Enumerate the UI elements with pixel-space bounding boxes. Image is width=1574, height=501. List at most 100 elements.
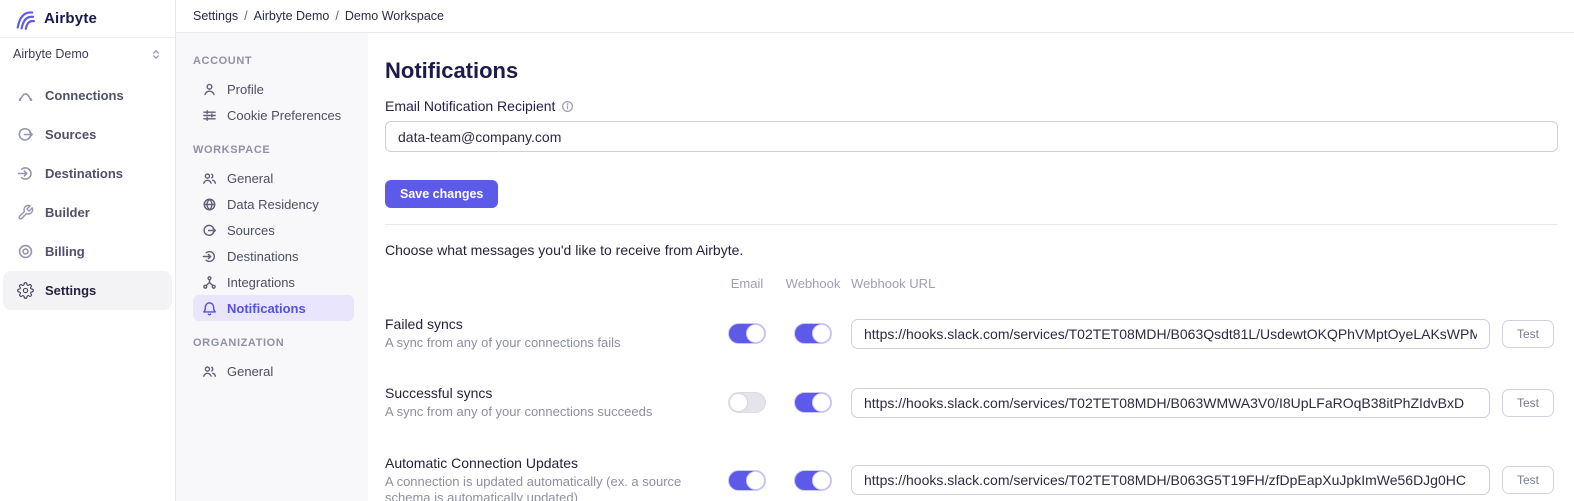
- user-icon: [202, 82, 217, 97]
- settings-section-organization: ORGANIZATION General: [193, 337, 354, 384]
- notifications-table: Email Webhook Webhook URL Failed syncs A…: [385, 276, 1558, 501]
- notifications-page: Notifications Email Notification Recipie…: [368, 33, 1574, 501]
- table-row-failed-syncs: Failed syncs A sync from any of your con…: [385, 299, 715, 368]
- sidebar-item-billing[interactable]: Billing: [3, 232, 172, 271]
- toggle-knob: [729, 393, 748, 412]
- users-icon: [202, 364, 217, 379]
- sidebar-item-sources[interactable]: Sources: [3, 115, 172, 154]
- sidebar-item-label: Sources: [45, 127, 96, 142]
- settings-nav: ACCOUNT Profile Cookie Preferences WORKS…: [176, 33, 368, 501]
- workspace-selector[interactable]: Airbyte Demo: [0, 38, 175, 70]
- settings-item-label: General: [227, 171, 273, 186]
- divider: [385, 224, 1558, 225]
- settings-item-notifications[interactable]: Notifications: [193, 295, 354, 321]
- row-subtitle: A sync from any of your connections succ…: [385, 404, 715, 420]
- settings-item-label: Data Residency: [227, 197, 319, 212]
- destination-icon: [202, 249, 217, 264]
- settings-item-label: Cookie Preferences: [227, 108, 341, 123]
- sidebar-item-label: Settings: [45, 283, 96, 298]
- breadcrumb-workspace[interactable]: Airbyte Demo: [254, 9, 330, 23]
- settings-item-cookie-preferences[interactable]: Cookie Preferences: [193, 102, 354, 128]
- connections-icon: [16, 87, 34, 104]
- info-icon[interactable]: [561, 100, 574, 113]
- successful-syncs-test-button[interactable]: Test: [1502, 389, 1554, 417]
- breadcrumb-separator: /: [244, 9, 247, 23]
- section-title: WORKSPACE: [193, 144, 354, 156]
- toggle-knob: [812, 471, 831, 490]
- settings-section-account: ACCOUNT Profile Cookie Preferences: [193, 55, 354, 128]
- settings-item-profile[interactable]: Profile: [193, 76, 354, 102]
- bell-icon: [202, 301, 217, 316]
- destination-icon: [16, 165, 34, 182]
- sidebar-item-destinations[interactable]: Destinations: [3, 154, 172, 193]
- coin-icon: [16, 243, 34, 260]
- page-title: Notifications: [385, 58, 1558, 84]
- column-header-email: Email: [715, 276, 779, 299]
- chevron-updown-icon: [150, 48, 162, 61]
- settings-item-label: Profile: [227, 82, 264, 97]
- settings-item-label: Integrations: [227, 275, 295, 290]
- brand-name: Airbyte: [44, 10, 97, 27]
- failed-syncs-webhook-toggle[interactable]: [794, 323, 832, 344]
- wrench-icon: [16, 204, 34, 221]
- row-title: Failed syncs: [385, 316, 715, 332]
- airbyte-logo[interactable]: Airbyte: [0, 0, 175, 38]
- settings-item-sources[interactable]: Sources: [193, 217, 354, 243]
- column-spacer: [1502, 284, 1558, 292]
- save-changes-button[interactable]: Save changes: [385, 180, 498, 208]
- failed-syncs-test-button[interactable]: Test: [1502, 320, 1554, 348]
- settings-item-general[interactable]: General: [193, 165, 354, 191]
- row-subtitle: A sync from any of your connections fail…: [385, 335, 715, 351]
- failed-syncs-email-toggle[interactable]: [728, 323, 766, 344]
- settings-item-data-residency[interactable]: Data Residency: [193, 191, 354, 217]
- email-recipient-label: Email Notification Recipient: [385, 98, 555, 114]
- integrations-icon: [202, 275, 217, 290]
- column-header-webhook: Webhook: [779, 276, 847, 299]
- settings-item-org-general[interactable]: General: [193, 358, 354, 384]
- row-subtitle: A connection is updated automatically (e…: [385, 474, 715, 501]
- table-row-successful-syncs: Successful syncs A sync from any of your…: [385, 368, 715, 437]
- row-title: Automatic Connection Updates: [385, 455, 715, 471]
- globe-icon: [202, 197, 217, 212]
- section-title: ORGANIZATION: [193, 337, 354, 349]
- app-window: Airbyte Airbyte Demo Connections Sources: [0, 0, 1574, 501]
- sidebar-item-builder[interactable]: Builder: [3, 193, 172, 232]
- breadcrumb-settings[interactable]: Settings: [193, 9, 238, 23]
- main-sidebar: Airbyte Airbyte Demo Connections Sources: [0, 0, 176, 501]
- settings-item-destinations[interactable]: Destinations: [193, 243, 354, 269]
- connection-updates-webhook-url-input[interactable]: [851, 465, 1490, 495]
- source-icon: [16, 126, 34, 143]
- sidebar-item-connections[interactable]: Connections: [3, 76, 172, 115]
- sidebar-item-label: Billing: [45, 244, 85, 259]
- email-recipient-input[interactable]: [385, 121, 1558, 152]
- table-row-automatic-connection-updates: Automatic Connection Updates A connectio…: [385, 438, 715, 501]
- breadcrumb-current[interactable]: Demo Workspace: [345, 9, 444, 23]
- breadcrumb-separator: /: [335, 9, 338, 23]
- breadcrumb: Settings / Airbyte Demo / Demo Workspace: [176, 0, 1574, 33]
- settings-item-label: Destinations: [227, 249, 299, 264]
- connection-updates-test-button[interactable]: Test: [1502, 466, 1554, 494]
- successful-syncs-webhook-toggle[interactable]: [794, 392, 832, 413]
- column-spacer: [385, 284, 715, 292]
- right-pane: Settings / Airbyte Demo / Demo Workspace…: [176, 0, 1574, 501]
- connection-updates-email-toggle[interactable]: [728, 470, 766, 491]
- toggle-knob: [746, 324, 765, 343]
- toggle-knob: [746, 471, 765, 490]
- main-nav: Connections Sources Destinations Builder: [0, 76, 175, 310]
- toggle-knob: [812, 393, 831, 412]
- sidebar-item-settings[interactable]: Settings: [3, 271, 172, 310]
- section-title: ACCOUNT: [193, 55, 354, 67]
- failed-syncs-webhook-url-input[interactable]: [851, 319, 1490, 349]
- connection-updates-webhook-toggle[interactable]: [794, 470, 832, 491]
- gear-icon: [16, 282, 34, 299]
- notifications-description: Choose what messages you'd like to recei…: [385, 242, 1558, 258]
- settings-item-label: Notifications: [227, 301, 306, 316]
- successful-syncs-webhook-url-input[interactable]: [851, 388, 1490, 418]
- workspace-selector-label: Airbyte Demo: [13, 47, 89, 61]
- airbyte-logo-icon: [13, 7, 37, 31]
- users-icon: [202, 171, 217, 186]
- settings-item-integrations[interactable]: Integrations: [193, 269, 354, 295]
- successful-syncs-email-toggle[interactable]: [728, 392, 766, 413]
- source-icon: [202, 223, 217, 238]
- row-title: Successful syncs: [385, 385, 715, 401]
